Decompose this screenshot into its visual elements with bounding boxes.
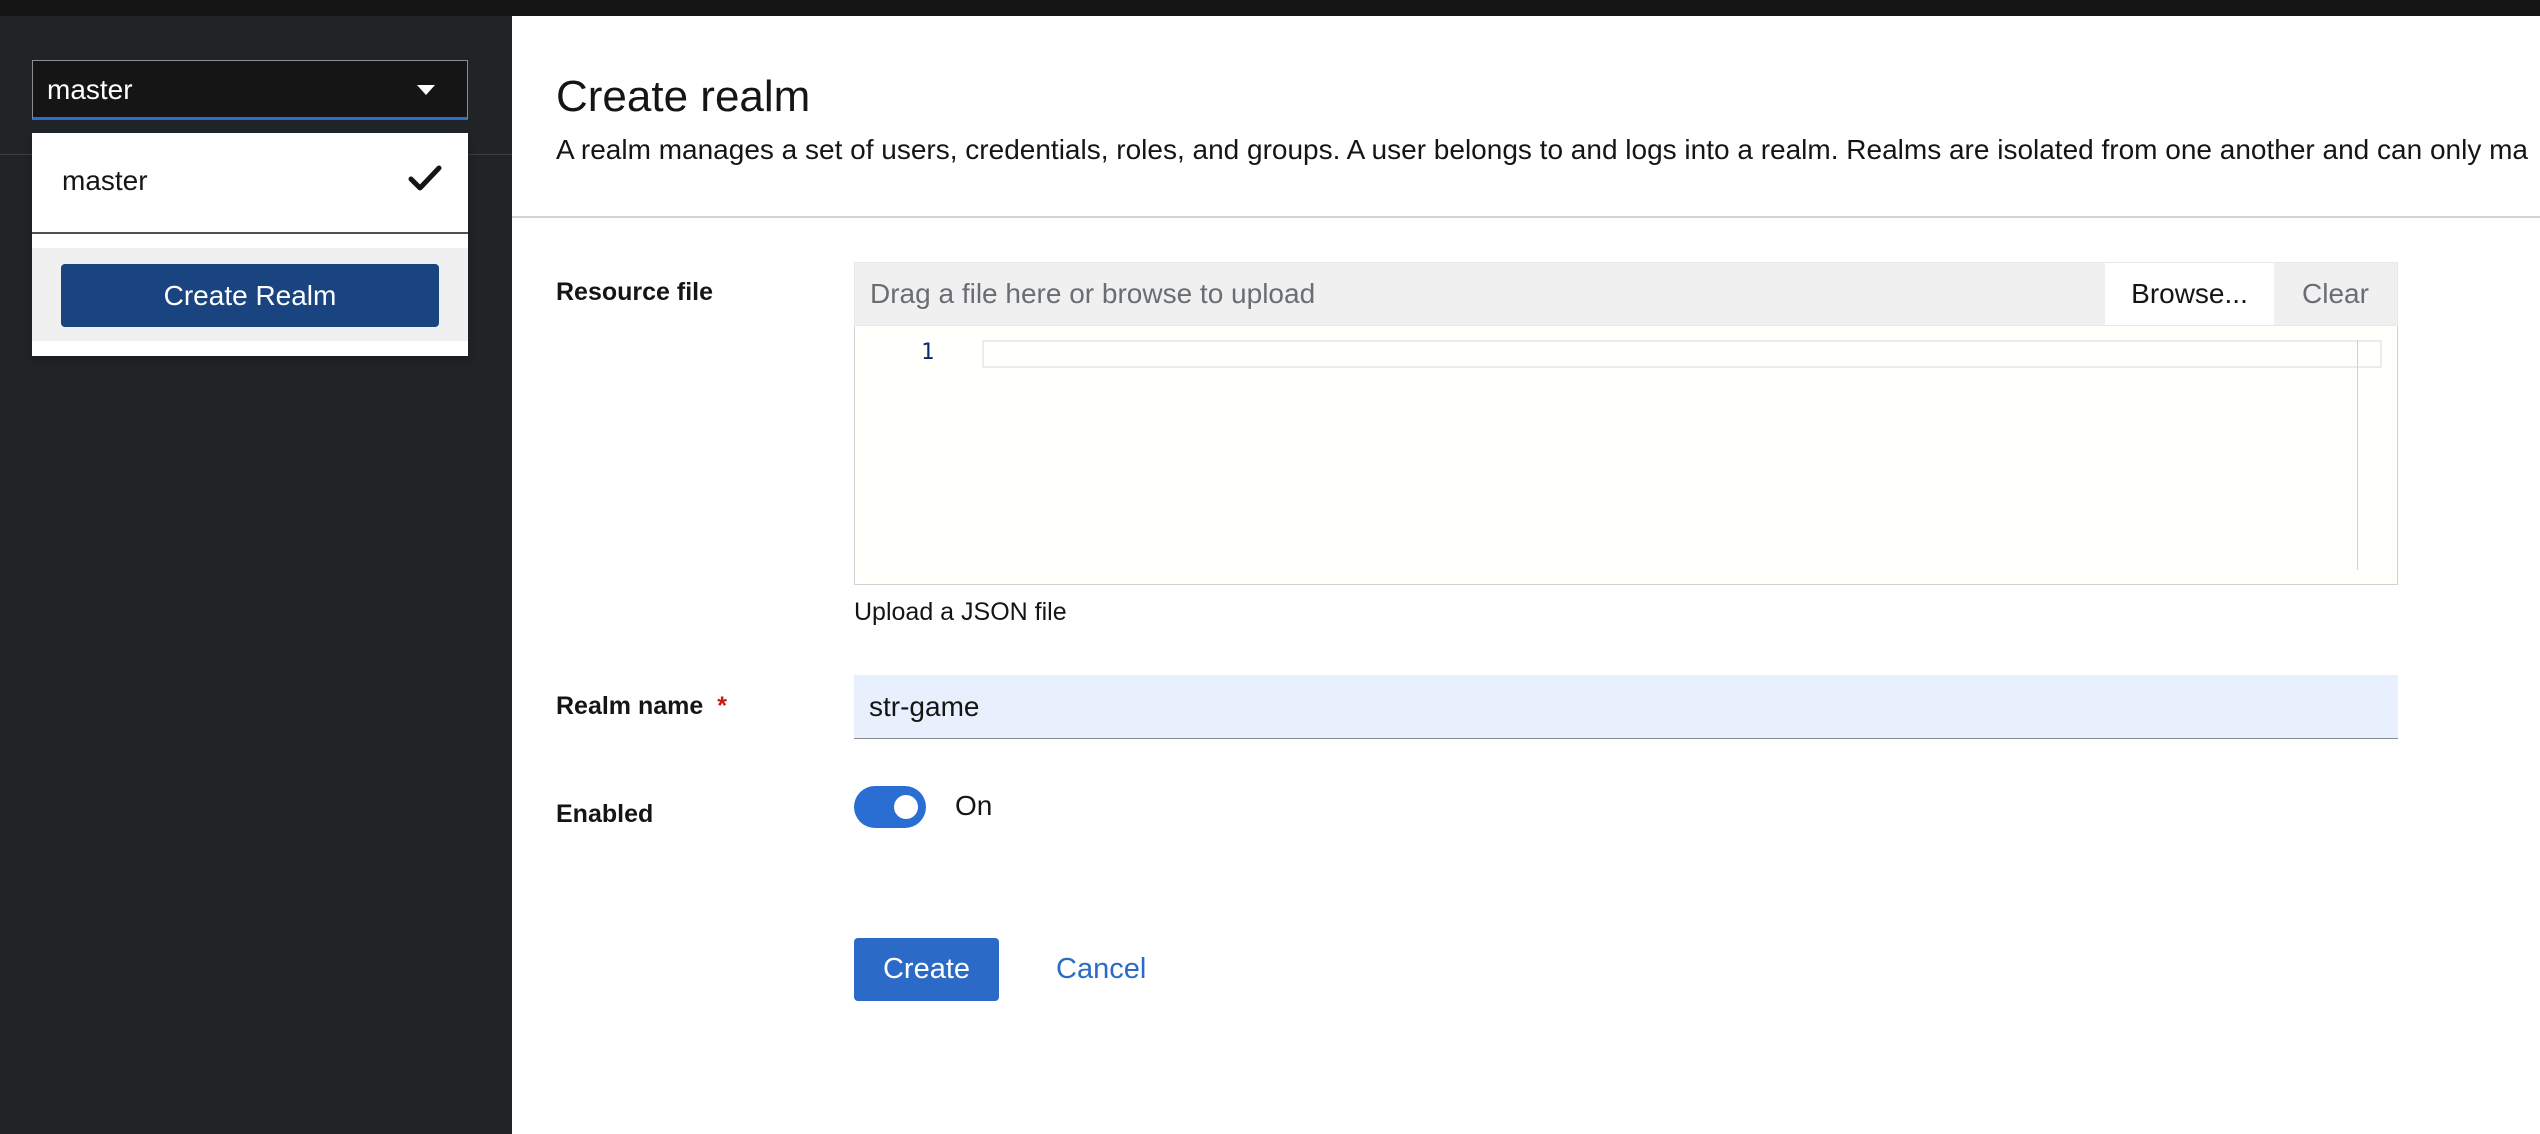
browse-button[interactable]: Browse... [2105, 263, 2274, 325]
page-description: A realm manages a set of users, credenti… [556, 134, 2528, 165]
caret-down-icon [417, 85, 435, 95]
realm-menu-item-label: master [62, 165, 148, 196]
resource-file-helper-text: Upload a JSON file [854, 598, 1067, 626]
cancel-button[interactable]: Cancel [1042, 938, 1160, 1001]
enabled-state-label: On [955, 790, 993, 821]
realm-selector-value: master [47, 74, 133, 105]
masthead [0, 0, 2540, 16]
menu-divider [32, 232, 468, 234]
realm-name-input[interactable] [854, 675, 2398, 739]
realm-name-label-text: Realm name [556, 692, 704, 720]
realm-menu-item-master[interactable]: master [32, 133, 468, 232]
create-realm-button[interactable]: Create Realm [61, 264, 439, 327]
realm-name-label: Realm name * [556, 692, 727, 721]
realm-selector-toggle[interactable]: master [32, 60, 468, 120]
header-divider [512, 216, 2540, 218]
realm-selector-menu: master Create Realm [32, 133, 468, 356]
page-title: Create realm [556, 72, 811, 121]
realm-menu-footer: Create Realm [32, 248, 468, 341]
required-indicator: * [717, 692, 728, 720]
json-code-editor[interactable]: 1 [854, 326, 2398, 585]
file-upload-placeholder: Drag a file here or browse to upload [870, 278, 1316, 309]
clear-button[interactable]: Clear [2274, 263, 2397, 325]
enabled-label: Enabled [556, 800, 654, 828]
editor-ruler [2357, 340, 2358, 570]
switch-knob [894, 795, 918, 819]
resource-file-label: Resource file [556, 278, 714, 306]
create-button[interactable]: Create [854, 938, 999, 1001]
editor-current-line[interactable] [982, 340, 2382, 368]
main-content: Create realm A realm manages a set of us… [512, 16, 2540, 1134]
file-upload-field[interactable]: Drag a file here or browse to upload Bro… [854, 262, 2398, 326]
enabled-switch[interactable] [854, 786, 926, 828]
check-icon [408, 165, 442, 191]
line-number: 1 [921, 340, 935, 365]
